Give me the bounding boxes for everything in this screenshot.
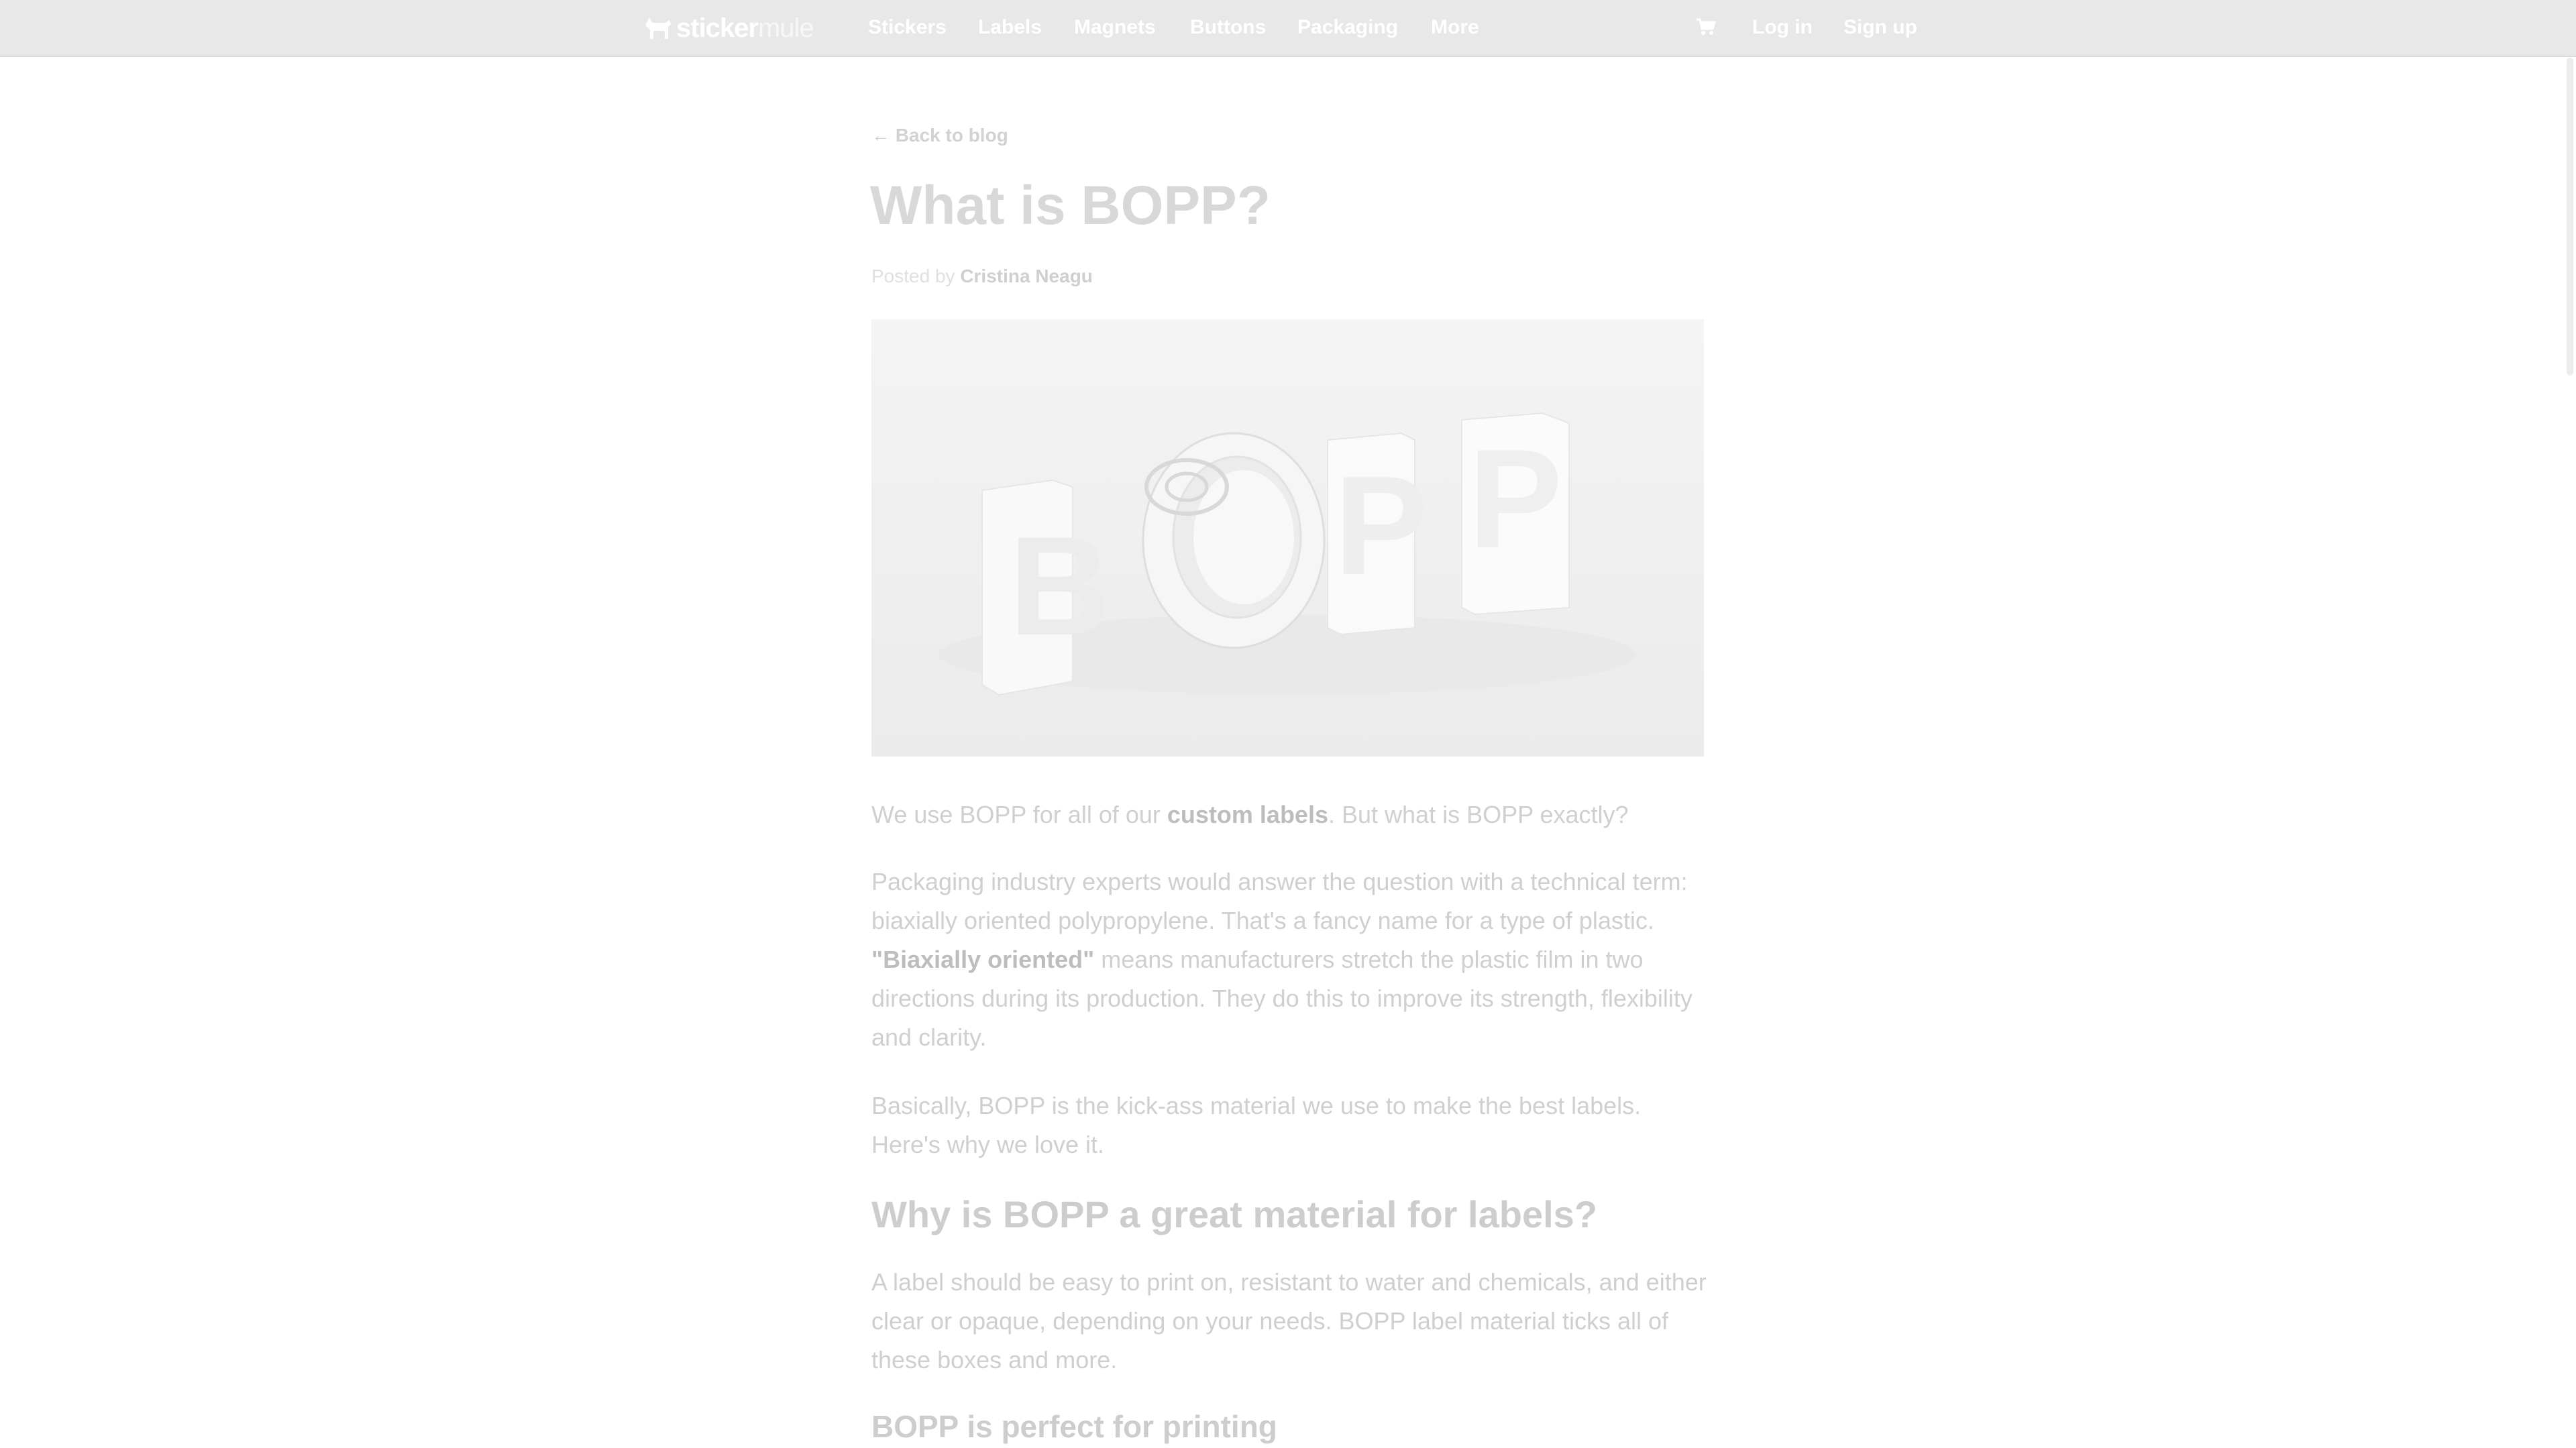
svg-text:P: P: [1334, 447, 1428, 604]
letter-b-shape: B: [981, 479, 1111, 696]
subsection-heading: BOPP is perfect for printing: [871, 1409, 1277, 1444]
label-roll-shape: [1142, 432, 1326, 649]
requirements-paragraph: A label should be easy to print on, resi…: [871, 1268, 1707, 1374]
summary-paragraph: Basically, BOPP is the kick-ass material…: [871, 1092, 1642, 1158]
hero-image: B P P: [871, 319, 1704, 757]
article-title: What is BOPP?: [870, 175, 1271, 236]
nav-labels[interactable]: Labels: [978, 16, 1042, 39]
intro-paragraph: We use BOPP for all of our custom labels…: [871, 801, 1629, 828]
byline-prefix: Posted by: [871, 266, 955, 286]
article-byline: Posted by Cristina Neagu: [871, 266, 1093, 287]
nav-stickers[interactable]: Stickers: [868, 16, 947, 39]
sticker-mule-logo[interactable]: stickermule: [643, 12, 814, 44]
nav-buttons[interactable]: Buttons: [1190, 16, 1266, 39]
section-heading: Why is BOPP a great material for labels?: [871, 1193, 1597, 1235]
nav-more[interactable]: More: [1431, 16, 1479, 39]
back-to-blog-link[interactable]: ← Back to blog: [871, 125, 1008, 146]
svg-text:P: P: [1468, 420, 1562, 577]
nav-packaging[interactable]: Packaging: [1297, 16, 1398, 39]
mule-logo-icon: [645, 17, 671, 39]
cart-icon[interactable]: [1696, 17, 1716, 36]
biaxially-oriented-link[interactable]: "Biaxially oriented": [871, 946, 1094, 973]
signup-link[interactable]: Sign up: [1843, 16, 1917, 39]
page-scrollbar[interactable]: [2567, 58, 2573, 376]
top-navigation-bar: stickermule Stickers Labels Magnets Butt…: [0, 0, 2576, 57]
bopp-hero-illustration: B P P: [871, 319, 1704, 757]
definition-paragraph: Packaging industry experts would answer …: [871, 868, 1693, 1051]
nav-magnets[interactable]: Magnets: [1074, 16, 1156, 39]
svg-text:B: B: [1009, 507, 1111, 665]
login-link[interactable]: Log in: [1752, 16, 1813, 39]
author-link[interactable]: Cristina Neagu: [960, 266, 1093, 286]
logo-wordmark: stickermule: [676, 13, 814, 43]
custom-labels-link[interactable]: custom labels: [1167, 801, 1328, 828]
